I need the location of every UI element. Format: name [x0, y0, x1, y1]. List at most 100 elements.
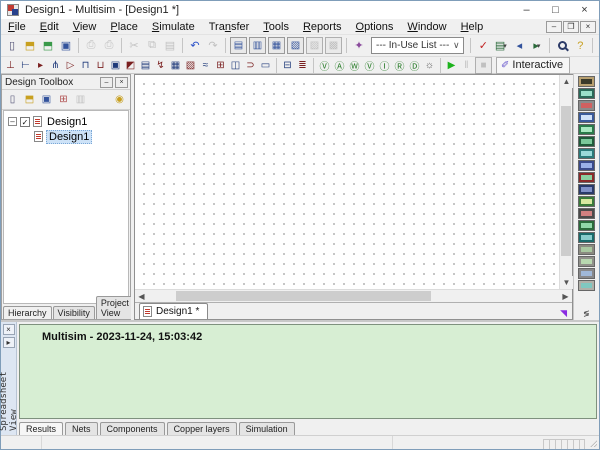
find-icon[interactable]	[553, 37, 571, 55]
tektronix-oscilloscope-icon[interactable]	[578, 280, 595, 291]
place-misc-digital-icon[interactable]: ▣	[108, 58, 123, 73]
design-toolbox-tab[interactable]: Visibility	[53, 306, 95, 319]
simulate-pause-icon[interactable]: ‖	[459, 58, 474, 73]
toggle-spice-netlist-icon[interactable]: ▦	[268, 37, 285, 54]
spreadsheet-expand-button[interactable]: ▸	[3, 337, 15, 348]
help-icon[interactable]: ?	[571, 37, 589, 55]
menu-item[interactable]: Reports	[296, 20, 349, 34]
undo-icon[interactable]: ↶	[186, 37, 204, 55]
place-indicator-icon[interactable]: ▤	[138, 58, 153, 73]
database-manager-icon[interactable]: ▤▾	[492, 37, 510, 55]
menu-item[interactable]: Simulate	[145, 20, 202, 34]
wattmeter-icon[interactable]	[578, 100, 595, 111]
oscilloscope-icon[interactable]	[578, 112, 595, 123]
probe-reference-icon[interactable]: Ⓡ	[392, 58, 407, 73]
schematic-canvas[interactable]	[135, 75, 559, 289]
tree-checkbox[interactable]: ✓	[20, 117, 30, 127]
simulate-run-icon[interactable]: ▶	[444, 58, 459, 73]
new-icon[interactable]: ▯	[3, 37, 21, 55]
menu-item[interactable]: File	[1, 20, 33, 34]
simulate-stop-icon[interactable]: ■	[475, 57, 492, 74]
tree-expander-icon[interactable]: –	[8, 117, 17, 126]
in-use-list-dropdown[interactable]: --- In-Use List --- ∨	[371, 37, 464, 54]
menu-item[interactable]: Window	[400, 20, 453, 34]
dtb-open-icon[interactable]: ⬒	[21, 91, 38, 108]
dtb-options-icon[interactable]: ◉	[111, 91, 128, 108]
menu-item[interactable]: Help	[454, 20, 491, 34]
logic-converter-icon[interactable]	[578, 172, 595, 183]
menu-item[interactable]: Place	[103, 20, 145, 34]
place-mcu-icon[interactable]: ▭	[258, 58, 273, 73]
hscroll-thumb[interactable]	[176, 291, 431, 301]
place-transistor-icon[interactable]: ⋔	[48, 58, 63, 73]
tab-overflow-icon[interactable]: ◥	[557, 308, 570, 319]
four-channel-oscilloscope-icon[interactable]	[578, 124, 595, 135]
place-source-icon[interactable]: ⊥	[3, 58, 18, 73]
design-toolbox-tab[interactable]: Project View	[96, 296, 134, 319]
spreadsheet-tab[interactable]: Results	[19, 422, 63, 435]
function-generator-icon[interactable]	[578, 88, 595, 99]
probe-settings-icon[interactable]: ☼	[422, 58, 437, 73]
forward-annotate-icon[interactable]: ▸▾	[528, 37, 546, 55]
dtb-close-icon[interactable]: ▥	[72, 91, 89, 108]
agilent-oscilloscope-icon[interactable]	[578, 268, 595, 279]
toggle-design-toolbox-icon[interactable]: ▤	[230, 37, 247, 54]
menu-item[interactable]: Transfer	[202, 20, 257, 34]
place-cmos-icon[interactable]: ⊔	[93, 58, 108, 73]
minimize-button[interactable]: –	[512, 1, 541, 19]
save-icon[interactable]: ▣	[57, 37, 75, 55]
close-button[interactable]: ×	[570, 1, 599, 19]
print-preview-icon[interactable]: ⎙	[100, 37, 118, 55]
toggle-grapher-icon[interactable]: ▧	[287, 37, 304, 54]
vertical-scrollbar[interactable]: ▲ ▼	[559, 75, 572, 289]
dtb-new-folder-icon[interactable]: ⊞	[55, 91, 72, 108]
spectrum-analyzer-icon[interactable]	[578, 220, 595, 231]
sheet-tab-design1[interactable]: Design1 *	[139, 303, 208, 319]
toggle-spreadsheet-view-icon[interactable]: ▥	[249, 37, 266, 54]
interactive-button[interactable]: ✐ Interactive	[496, 57, 570, 74]
place-power-icon[interactable]: ↯	[153, 58, 168, 73]
copy-icon[interactable]: ⧉	[143, 37, 161, 55]
panel-close-button[interactable]: ×	[115, 77, 128, 88]
dtb-save-icon[interactable]: ▣	[38, 91, 55, 108]
place-advanced-peripherals-icon[interactable]: ▧	[183, 58, 198, 73]
probe-current-icon[interactable]: Ⓐ	[332, 58, 347, 73]
place-electromechanical-icon[interactable]: ⊞	[213, 58, 228, 73]
dtb-new-icon[interactable]: ▯	[4, 91, 21, 108]
probe-power-icon[interactable]: Ⓦ	[347, 58, 362, 73]
print-icon[interactable]: ⎙	[82, 37, 100, 55]
place-rf-icon[interactable]: ≈	[198, 58, 213, 73]
tree-root-label[interactable]: Design1	[45, 116, 89, 128]
distortion-analyzer-icon[interactable]	[578, 208, 595, 219]
place-misc-icon[interactable]: ▦	[168, 58, 183, 73]
place-mixed-icon[interactable]: ◩	[123, 58, 138, 73]
place-ni-component-icon[interactable]: ◫	[228, 58, 243, 73]
cut-icon[interactable]: ✂	[125, 37, 143, 55]
place-analog-icon[interactable]: ▷	[63, 58, 78, 73]
probe-diff-voltage-icon[interactable]: Ⓥ	[362, 58, 377, 73]
word-generator-icon[interactable]	[578, 160, 595, 171]
design-toolbox-tab[interactable]: Hierarchy	[3, 306, 52, 319]
menu-item[interactable]: Edit	[33, 20, 66, 34]
open-sample-icon[interactable]: ⬒	[39, 37, 57, 55]
panel-minimize-button[interactable]: –	[100, 77, 113, 88]
logic-analyzer-icon[interactable]	[578, 184, 595, 195]
scroll-up-icon[interactable]: ▲	[560, 75, 573, 88]
menu-item[interactable]: Options	[349, 20, 401, 34]
iv-analyzer-icon[interactable]	[578, 196, 595, 207]
open-icon[interactable]: ⬒	[21, 37, 39, 55]
place-hierarchical-block-icon[interactable]: ⊟	[280, 58, 295, 73]
agilent-function-generator-icon[interactable]	[578, 244, 595, 255]
bode-plotter-icon[interactable]	[578, 136, 595, 147]
tree-child-label[interactable]: Design1	[46, 130, 92, 144]
place-diode-icon[interactable]: ▸	[33, 58, 48, 73]
spreadsheet-tab[interactable]: Simulation	[239, 422, 295, 435]
place-ttl-icon[interactable]: ⊓	[78, 58, 93, 73]
place-connector-icon[interactable]: ⊃	[243, 58, 258, 73]
zoom-in-icon[interactable]: ⊕	[596, 37, 600, 55]
mdi-close-button[interactable]: ×	[580, 21, 596, 33]
frequency-counter-icon[interactable]	[578, 148, 595, 159]
component-wizard-icon[interactable]: ✦	[350, 37, 368, 55]
mdi-restore-button[interactable]: ❐	[563, 21, 579, 33]
horizontal-scrollbar[interactable]: ◀ ▶	[135, 289, 572, 302]
